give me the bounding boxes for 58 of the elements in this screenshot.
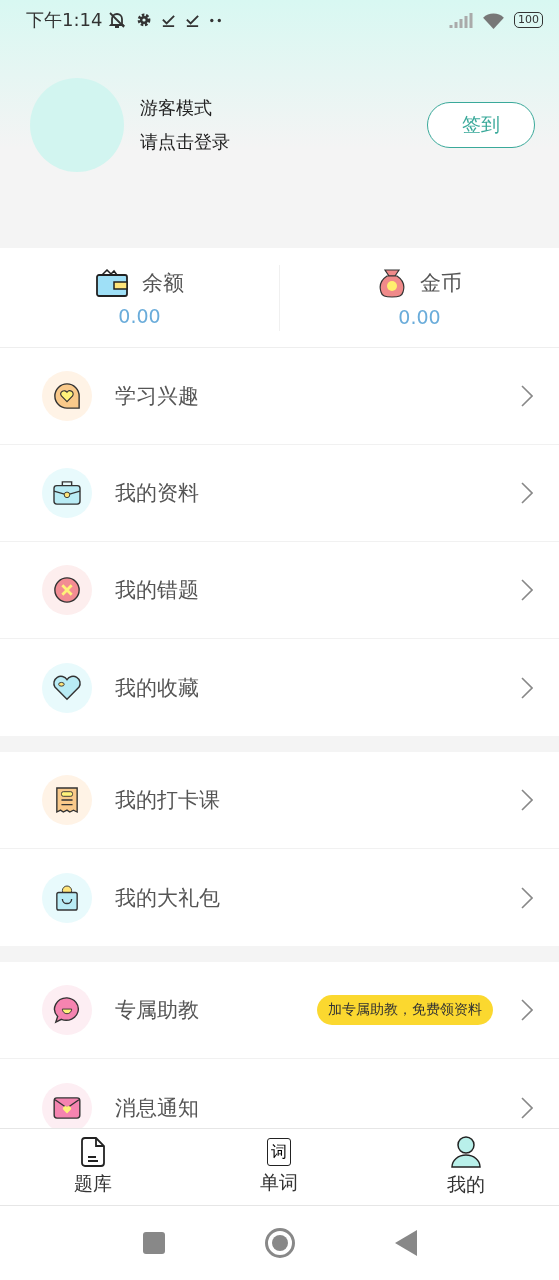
stat-value: 0.00 <box>398 305 441 328</box>
envelope-icon <box>53 1096 81 1119</box>
word-icon: 词 <box>267 1138 292 1166</box>
heart-bubble-icon <box>53 382 81 410</box>
menu-item[interactable]: 学习兴趣 <box>0 348 559 445</box>
chevron-right-icon <box>521 999 533 1021</box>
check-icon <box>161 12 177 28</box>
stat-value: 0.00 <box>118 304 161 327</box>
login-prompt[interactable]: 请点击登录 <box>140 130 427 154</box>
chevron-right-icon <box>521 579 533 601</box>
document-icon <box>80 1137 107 1167</box>
menu-label: 消息通知 <box>115 1094 199 1122</box>
menu-label: 我的大礼包 <box>115 884 220 912</box>
tab[interactable]: 题库 <box>0 1129 187 1205</box>
tab[interactable]: 词 单词 <box>186 1129 373 1205</box>
menu-item[interactable]: 我的资料 <box>0 445 559 542</box>
signal-icon <box>449 12 473 28</box>
muted-bell-icon <box>107 10 128 30</box>
heart-icon <box>52 674 82 701</box>
chevron-right-icon <box>521 886 533 909</box>
menu-item[interactable]: 我的收藏 <box>0 639 559 736</box>
shopping-bag-icon <box>55 883 79 912</box>
chevron-right-icon <box>521 789 533 811</box>
cross-circle-icon <box>53 576 81 604</box>
check-icon <box>185 12 201 28</box>
money-bag-icon <box>377 267 406 298</box>
chevron-right-icon <box>521 385 533 407</box>
menu-item[interactable]: 我的错题 <box>0 542 559 639</box>
menu-item[interactable]: 专属助教 加专属助教，免费领资料 <box>0 962 559 1059</box>
profile-name: 游客模式 <box>140 96 213 120</box>
chevron-right-icon <box>521 1096 533 1119</box>
menu-item[interactable]: 我的打卡课 <box>0 752 559 849</box>
wifi-icon <box>482 11 505 29</box>
menu-label: 我的打卡课 <box>115 787 220 814</box>
menu-label: 我的错题 <box>115 577 199 604</box>
person-icon <box>449 1136 482 1168</box>
promo-tag: 加专属助教，免费领资料 <box>317 995 493 1025</box>
status-time: 下午1:14 <box>26 8 103 32</box>
menu-label: 学习兴趣 <box>115 383 199 410</box>
stat-label: 金币 <box>419 269 462 297</box>
battery-indicator: 100 <box>514 12 543 28</box>
menu-label: 专属助教 <box>115 997 199 1024</box>
menu-label: 我的资料 <box>115 480 199 507</box>
gear-icon <box>136 12 153 28</box>
recent-apps-button[interactable] <box>142 1232 165 1254</box>
dots-icon <box>209 17 224 23</box>
menu-item[interactable]: 我的大礼包 <box>0 849 559 946</box>
briefcase-icon <box>53 480 81 506</box>
tab[interactable]: 我的 <box>372 1129 559 1205</box>
back-button[interactable] <box>394 1230 417 1256</box>
home-button[interactable] <box>264 1228 295 1258</box>
stat-label: 余额 <box>141 269 184 297</box>
chevron-right-icon <box>521 482 533 504</box>
receipt-icon <box>55 786 79 814</box>
menu-label: 我的收藏 <box>115 674 199 702</box>
chevron-right-icon <box>521 676 533 699</box>
wallet-icon <box>95 268 128 297</box>
smile-bubble-icon <box>53 996 81 1024</box>
